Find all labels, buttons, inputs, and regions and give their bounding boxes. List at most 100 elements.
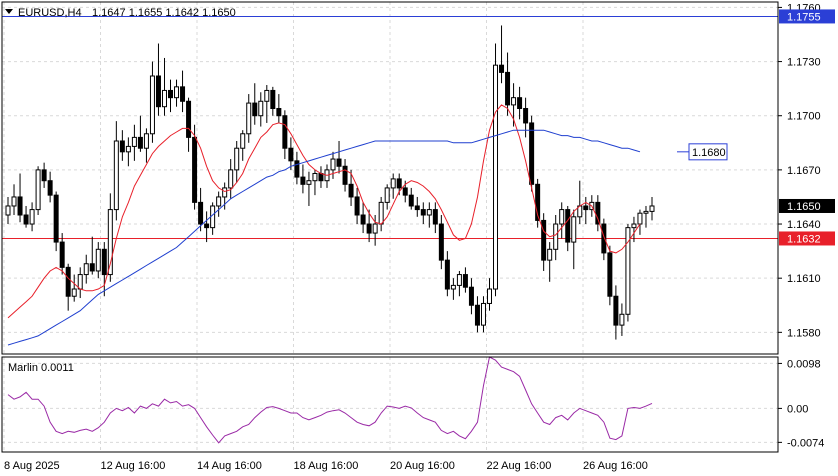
candle-body-down <box>474 304 480 326</box>
price-tick-label: 1.1610 <box>787 273 821 285</box>
candle-body-up <box>450 284 456 290</box>
candle-body-down <box>595 201 601 225</box>
candle-body-down <box>414 205 420 211</box>
candle-body-up <box>312 172 318 182</box>
oscillator-tick-label: -0.0074 <box>787 437 824 449</box>
candle-body-down <box>65 266 71 297</box>
candle-body-down <box>198 201 204 225</box>
time-tick-label: 20 Aug 16:00 <box>390 460 455 472</box>
candle-body-down <box>270 89 276 110</box>
candle-body-up <box>571 216 577 243</box>
candle-body-up <box>77 274 83 290</box>
candle-body-down <box>354 196 360 216</box>
candle-body-up <box>480 302 486 326</box>
candle-body-down <box>583 205 589 211</box>
oscillator-grid <box>2 357 778 452</box>
candle-body-down <box>348 183 354 198</box>
candle-body-down <box>529 122 535 185</box>
candle-body-up <box>174 86 180 99</box>
symbol-dropdown-icon[interactable] <box>5 9 13 14</box>
price-level-tag-text: 1.1632 <box>787 233 821 245</box>
time-tick-label: 8 Aug 2025 <box>4 460 60 472</box>
candle-body-down <box>294 160 300 178</box>
candle-body-down <box>180 86 186 102</box>
candle-body-up <box>264 89 270 102</box>
current-price-tag-text: 1.1650 <box>787 201 821 213</box>
candle-body-up <box>149 75 155 135</box>
candle-body-down <box>186 100 192 138</box>
price-level-tag-text: 1.1755 <box>787 11 821 23</box>
candle-body-up <box>11 196 17 207</box>
candle-body-down <box>613 295 619 326</box>
candle-body-down <box>300 176 306 185</box>
price-level-tags: 1.1755 1.1632 1.1680 1.1650 <box>688 9 835 246</box>
candle-body-down <box>119 140 125 153</box>
candle-body-down <box>468 286 474 306</box>
candle-body-up <box>493 64 499 290</box>
candle-body-up <box>456 274 462 286</box>
target-level-text: 1.1680 <box>692 147 726 159</box>
candle-body-up <box>378 201 384 225</box>
candle-body-down <box>523 108 529 124</box>
candle-body-up <box>306 180 312 185</box>
price-tick-label: 1.1580 <box>787 327 821 339</box>
candle-body-down <box>168 89 174 99</box>
candle-body-up <box>649 205 655 212</box>
price-tick-label: 1.1670 <box>787 165 821 177</box>
candle-body-down <box>396 178 402 189</box>
candle-body-down <box>444 259 450 290</box>
time-tick-label: 14 Aug 16:00 <box>197 460 262 472</box>
chart-canvas[interactable]: 1.17601.17301.17001.16701.16401.16101.15… <box>0 0 838 476</box>
candle-body-up <box>83 263 89 276</box>
candle-body-up <box>426 209 432 216</box>
candle-body-down <box>204 223 210 229</box>
candle-body-down <box>438 223 444 261</box>
candle-body-down <box>252 102 258 117</box>
candle-body-down <box>59 241 65 268</box>
price-axis: 1.17601.17301.17001.16701.16401.16101.15… <box>778 2 821 339</box>
candle-body-down <box>607 252 613 297</box>
candle-body-down <box>505 71 511 106</box>
time-tick-label: 26 Aug 16:00 <box>583 460 648 472</box>
candle-body-up <box>161 89 167 108</box>
price-tick-label: 1.1700 <box>787 111 821 123</box>
candle-body-down <box>601 223 607 254</box>
candle-body-up <box>71 288 77 297</box>
candle-body-up <box>384 187 390 203</box>
candle-body-down <box>499 64 505 73</box>
candle-body-up <box>643 210 649 214</box>
ohlc-readout: 1.1647 1.1655 1.1642 1.1650 <box>92 7 236 19</box>
candle-body-down <box>101 248 107 276</box>
time-tick-label: 22 Aug 16:00 <box>487 460 552 472</box>
candle-body-down <box>137 136 143 149</box>
candle-body-down <box>47 180 53 196</box>
candle-body-down <box>155 75 161 108</box>
candle-body-down <box>360 214 366 225</box>
oscillator-series <box>7 356 653 444</box>
candle-body-up <box>631 223 637 229</box>
candle-body-up <box>511 97 517 106</box>
time-tick-label: 12 Aug 16:00 <box>101 460 166 472</box>
price-tick-label: 1.1730 <box>787 57 821 69</box>
candle-body-down <box>276 108 282 117</box>
candle-body-up <box>35 169 41 211</box>
candle-body-up <box>228 169 234 189</box>
candle-body-up <box>330 158 336 171</box>
candle-body-down <box>288 147 294 162</box>
candle-body-down <box>366 223 372 234</box>
time-axis: 8 Aug 2025 12 Aug 16:00 14 Aug 16:00 18 Aug… <box>4 460 648 472</box>
candle-body-down <box>336 158 342 167</box>
candle-body-up <box>559 209 565 225</box>
oscillator-tick-label: 0.0098 <box>787 358 821 370</box>
candle-body-down <box>318 172 324 182</box>
candle-body-up <box>637 212 643 225</box>
candle-body-down <box>282 115 288 149</box>
candle-body-down <box>517 97 523 110</box>
candle-body-down <box>420 209 426 216</box>
candle-body-up <box>5 205 11 216</box>
candle-body-up <box>113 140 119 211</box>
candle-body-down <box>565 209 571 243</box>
candle-body-up <box>258 100 264 117</box>
price-tick-label: 1.1640 <box>787 219 821 231</box>
indicator-label: Marlin 0.0011 <box>8 362 74 374</box>
